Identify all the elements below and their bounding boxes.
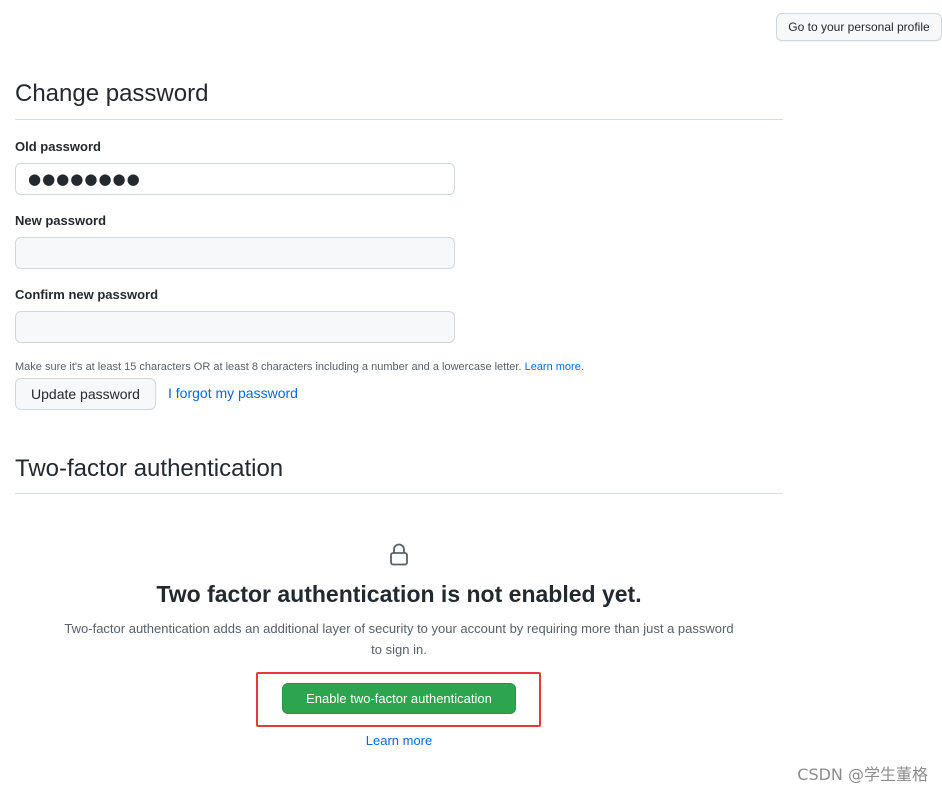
- note-text: Make sure it's at least 15 characters OR…: [15, 361, 522, 373]
- new-password-field[interactable]: [15, 237, 455, 269]
- two-factor-status-heading: Two factor authentication is not enabled…: [156, 581, 642, 607]
- profile-button[interactable]: Go to your personal profile: [776, 13, 942, 41]
- old-password-label: Old password: [15, 139, 101, 154]
- two-factor-description: Two-factor authentication adds an additi…: [64, 621, 734, 657]
- confirm-password-field[interactable]: [15, 311, 455, 343]
- forgot-password-link[interactable]: I forgot my password: [168, 385, 298, 401]
- old-password-field[interactable]: [15, 163, 455, 195]
- two-factor-title: Two-factor authentication: [15, 455, 284, 482]
- enable-two-factor-button[interactable]: Enable two-factor authentication: [282, 683, 516, 714]
- confirm-password-label: Confirm new password: [15, 287, 159, 302]
- section-divider: [15, 119, 783, 120]
- update-password-button[interactable]: Update password: [15, 378, 156, 410]
- password-requirements-note: Make sure it's at least 15 characters OR…: [15, 361, 584, 373]
- watermark: CSDN @学生董格: [797, 765, 928, 784]
- change-password-title: Change password: [15, 80, 209, 107]
- section-divider: [15, 493, 783, 494]
- two-factor-learn-more-link[interactable]: Learn more: [0, 733, 798, 748]
- note-learn-more-link[interactable]: Learn more.: [525, 361, 584, 373]
- lock-icon: [390, 543, 408, 566]
- new-password-label: New password: [15, 213, 107, 228]
